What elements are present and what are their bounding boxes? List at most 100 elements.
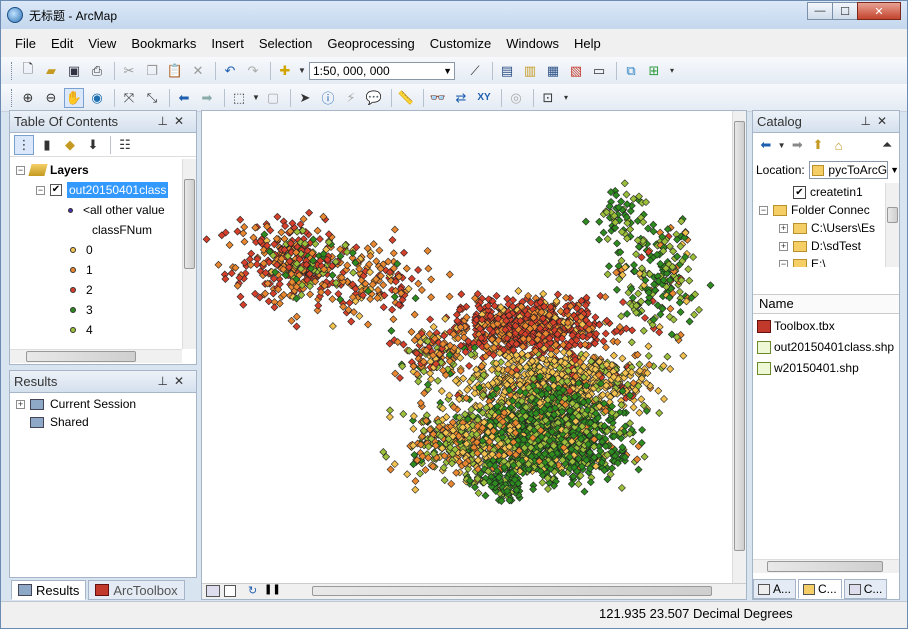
panel-pin-close-icon[interactable]: ⊥✕	[860, 114, 893, 128]
menu-edit[interactable]: Edit	[51, 36, 73, 51]
arctoolbox-icon[interactable]: ▧	[566, 61, 586, 81]
select-elements-icon[interactable]: ➤	[295, 88, 315, 108]
add-data-icon[interactable]: ✚	[275, 61, 295, 81]
menu-windows[interactable]: Windows	[506, 36, 559, 51]
toolbar-options-icon[interactable]: ▾	[561, 88, 571, 108]
catalog-tree-item[interactable]: + D:\sdTest	[779, 237, 861, 255]
catalog-file-item[interactable]: out20150401class.shp	[757, 338, 894, 356]
open-folder-icon[interactable]: ▰	[41, 61, 61, 81]
list-by-visibility-icon[interactable]: ◆	[60, 135, 80, 155]
layout-view-icon[interactable]	[224, 585, 236, 597]
redo-icon[interactable]: ↷	[243, 61, 263, 81]
maximize-button[interactable]: ☐	[832, 2, 858, 20]
paste-icon[interactable]: 📋	[165, 61, 185, 81]
new-document-icon[interactable]: 🗋	[18, 61, 38, 81]
menu-customize[interactable]: Customize	[430, 36, 491, 51]
html-popup-icon[interactable]: 💬	[364, 88, 384, 108]
search-window-icon[interactable]: ▦	[543, 61, 563, 81]
editor-toolbar-icon[interactable]: ⟋	[465, 61, 485, 81]
expand-icon[interactable]: +	[779, 223, 788, 233]
panel-pin-close-icon[interactable]: ⊥✕	[157, 374, 190, 388]
back-arrow-icon[interactable]: ⬅	[757, 135, 775, 155]
scrollbar-thumb[interactable]	[887, 207, 898, 223]
expand-icon[interactable]: +	[16, 399, 25, 409]
menu-geoprocessing[interactable]: Geoprocessing	[327, 36, 414, 51]
print-icon[interactable]: ⎙	[87, 61, 107, 81]
model-builder-icon[interactable]: ⧉	[621, 61, 641, 81]
results-shared[interactable]: Shared	[30, 413, 89, 431]
map-vertical-scrollbar[interactable]	[732, 111, 746, 583]
toolbar-grip[interactable]	[11, 61, 14, 80]
toc-options-icon[interactable]: ☷	[115, 135, 135, 155]
collapse-icon[interactable]: −	[16, 165, 25, 175]
delete-icon[interactable]: ✕	[188, 61, 208, 81]
toc-horizontal-scrollbar[interactable]	[10, 349, 182, 363]
find-route-icon[interactable]: ⇄	[451, 88, 471, 108]
chevron-down-icon[interactable]: ▼	[778, 135, 786, 155]
scrollbar-thumb[interactable]	[26, 351, 136, 362]
menu-file[interactable]: File	[15, 36, 36, 51]
pause-drawing-icon[interactable]: ❚❚	[264, 584, 281, 595]
toc-vertical-scrollbar[interactable]	[182, 159, 196, 349]
refresh-icon[interactable]: ↻	[248, 584, 257, 597]
full-extent-icon[interactable]: ◉	[87, 88, 107, 108]
extension-icon[interactable]: ⊞	[644, 61, 664, 81]
select-features-icon[interactable]: ⬚	[229, 88, 249, 108]
layer-row[interactable]: − ✔ out20150401class	[36, 181, 169, 199]
tab-catalog[interactable]: C...	[798, 579, 842, 599]
fixed-zoom-out-icon[interactable]: ⤡	[142, 88, 162, 108]
map-horizontal-scrollbar-thumb[interactable]	[312, 586, 712, 596]
catalog-window-icon[interactable]: ▥	[520, 61, 540, 81]
menu-help[interactable]: Help	[574, 36, 601, 51]
map-canvas[interactable]	[202, 111, 746, 583]
fixed-zoom-in-icon[interactable]: ⤧	[119, 88, 139, 108]
collapse-icon[interactable]: −	[759, 205, 768, 215]
cut-icon[interactable]: ✂	[119, 61, 139, 81]
go-to-xy-icon[interactable]: XY	[474, 88, 494, 108]
layer-name[interactable]: out20150401class	[67, 182, 169, 198]
scrollbar-thumb[interactable]	[184, 179, 195, 269]
find-binoculars-icon[interactable]: 👓	[428, 88, 448, 108]
catalog-file-item[interactable]: Toolbox.tbx	[757, 317, 835, 335]
zoom-in-icon[interactable]: ⊕	[18, 88, 38, 108]
scrollbar-thumb[interactable]	[767, 561, 883, 572]
catalog-tree-item[interactable]: − E:\	[779, 255, 826, 267]
save-icon[interactable]: ▣	[64, 61, 84, 81]
results-current-session[interactable]: + Current Session	[16, 395, 136, 413]
chevron-down-icon[interactable]: ▼	[252, 88, 260, 108]
measure-icon[interactable]: 📏	[396, 88, 416, 108]
menu-insert[interactable]: Insert	[211, 36, 244, 51]
python-window-icon[interactable]: ▭	[589, 61, 609, 81]
catalog-tree-item[interactable]: − Folder Connec	[759, 201, 870, 219]
menu-bookmarks[interactable]: Bookmarks	[131, 36, 196, 51]
toolbar-grip[interactable]	[11, 88, 14, 107]
layer-visibility-checkbox[interactable]: ✔	[50, 184, 62, 196]
expand-icon[interactable]: +	[779, 241, 788, 251]
catalog-tree-item[interactable]: ✔ createtin1	[793, 183, 863, 201]
close-button[interactable]: ✕	[857, 2, 901, 20]
menu-selection[interactable]: Selection	[259, 36, 312, 51]
forward-arrow-icon[interactable]: ➡	[789, 135, 807, 155]
chevron-down-icon[interactable]: ▼	[443, 63, 452, 79]
chevron-down-icon[interactable]: ▼	[298, 61, 306, 81]
scrollbar-thumb[interactable]	[734, 121, 745, 551]
copy-icon[interactable]: ❐	[142, 61, 162, 81]
catalog-tree-scrollbar[interactable]	[885, 183, 899, 267]
hyperlink-icon[interactable]: ⚡	[341, 88, 361, 108]
time-slider-icon[interactable]: ◎	[506, 88, 526, 108]
map-view[interactable]: ↻ ❚❚	[201, 110, 747, 600]
list-by-source-icon[interactable]: ▮	[37, 135, 57, 155]
location-combobox[interactable]: pycToArcG	[808, 161, 889, 179]
table-window-icon[interactable]: ▤	[497, 61, 517, 81]
tab-arctoolbox[interactable]: ArcToolbox	[88, 580, 185, 600]
tab-create-features[interactable]: C...	[843, 579, 888, 599]
chevron-down-icon[interactable]: ▼	[890, 165, 899, 175]
catalog-list-header[interactable]: Name	[753, 294, 899, 314]
toolbar-options-icon[interactable]: ▾	[667, 61, 677, 81]
forward-extent-icon[interactable]: ➡	[197, 88, 217, 108]
catalog-horizontal-scrollbar[interactable]	[753, 559, 899, 573]
list-by-drawing-order-icon[interactable]: ⋮	[14, 134, 34, 155]
collapse-icon[interactable]: −	[36, 185, 45, 195]
tab-results[interactable]: Results	[11, 580, 87, 600]
zoom-out-icon[interactable]: ⊖	[41, 88, 61, 108]
